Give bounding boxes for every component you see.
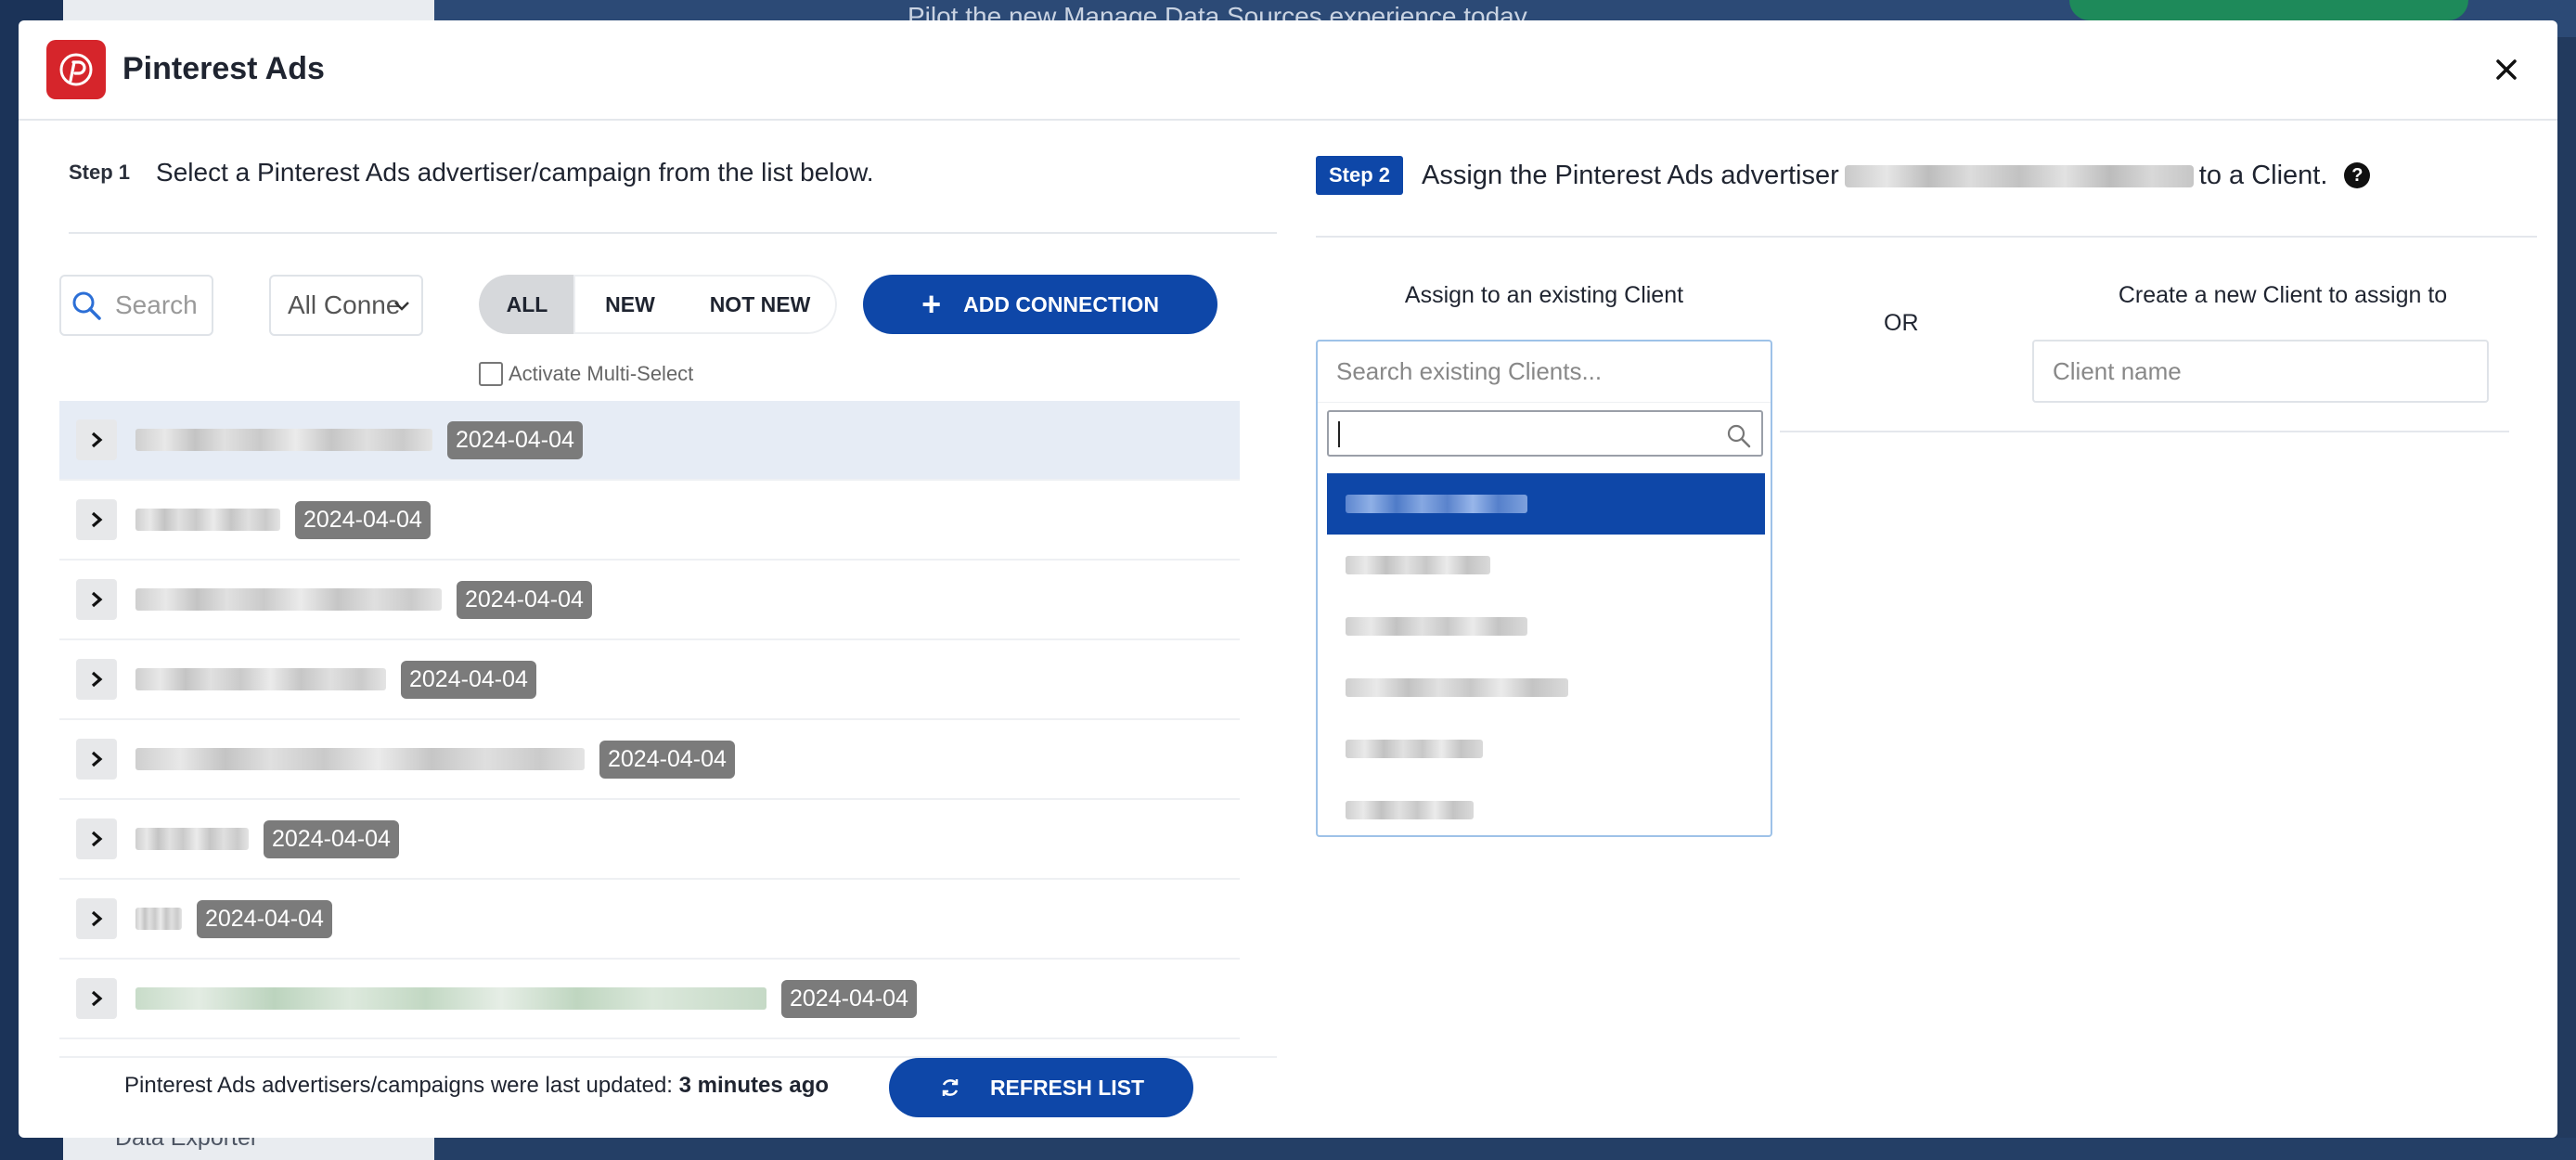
toggle-new[interactable]: NEW — [573, 275, 685, 334]
redacted-advertiser-name — [135, 509, 280, 531]
date-badge: 2024-04-04 — [264, 819, 399, 858]
connection-filter-value: All Conne — [288, 290, 401, 319]
redacted-advertiser-name — [135, 748, 585, 770]
step2-instruction: Assign the Pinterest Ads advertiser to a … — [1422, 161, 2327, 191]
create-client-label: Create a new Client to assign to — [2118, 282, 2448, 308]
date-badge: 2024-04-04 — [197, 899, 332, 938]
redacted-advertiser-name — [135, 987, 766, 1010]
divider — [1780, 431, 2509, 432]
redacted-client-name — [1346, 495, 1527, 513]
dropdown-search-input[interactable] — [1329, 413, 1761, 454]
add-connection-button[interactable]: + ADD CONNECTION — [863, 275, 1217, 334]
date-badge: 2024-04-04 — [447, 420, 583, 459]
banner-action-button — [2069, 0, 2468, 20]
multi-select-toggle[interactable]: Activate Multi-Select — [479, 362, 693, 386]
client-option[interactable] — [1327, 596, 1765, 657]
new-status-toggle: ALL NEW NOT NEW — [479, 275, 837, 334]
client-option[interactable] — [1327, 657, 1765, 718]
chevron-right-icon[interactable] — [76, 739, 117, 780]
step1-instruction: Select a Pinterest Ads advertiser/campai… — [156, 158, 874, 187]
redacted-advertiser-name — [135, 908, 182, 930]
list-item[interactable]: 2024-04-04 — [59, 800, 1240, 880]
help-icon[interactable]: ? — [2344, 162, 2371, 188]
close-icon[interactable] — [2483, 46, 2530, 93]
redacted-advertiser-name — [135, 588, 442, 611]
search-input[interactable] — [115, 290, 208, 320]
search-field[interactable] — [59, 275, 213, 336]
step2-text-before: Assign the Pinterest Ads advertiser — [1422, 160, 1839, 190]
divider — [69, 232, 1277, 234]
list-item[interactable]: 2024-04-04 — [59, 561, 1240, 640]
list-item[interactable]: 2024-04-04 — [59, 720, 1240, 800]
redacted-client-name — [1346, 678, 1568, 697]
date-badge: 2024-04-04 — [401, 660, 536, 699]
date-badge: 2024-04-04 — [781, 979, 917, 1018]
redacted-advertiser-name — [135, 668, 386, 690]
client-option[interactable] — [1327, 535, 1765, 596]
existing-client-select[interactable]: Search existing Clients... — [1318, 342, 1771, 403]
refresh-list-button[interactable]: REFRESH LIST — [889, 1058, 1193, 1117]
chevron-right-icon[interactable] — [76, 818, 117, 859]
redacted-advertiser-name — [1844, 164, 2194, 187]
date-badge: 2024-04-04 — [599, 740, 735, 779]
multi-select-checkbox[interactable] — [479, 362, 503, 386]
add-connection-label: ADD CONNECTION — [963, 291, 1159, 316]
divider — [1316, 236, 2537, 238]
redacted-client-name — [1346, 556, 1490, 574]
text-cursor — [1338, 421, 1340, 447]
pinterest-logo-icon — [46, 40, 106, 99]
redacted-advertiser-name — [135, 828, 249, 850]
advertiser-list: 2024-04-04 2024-04-04 2024-04-04 2024-04… — [59, 401, 1240, 1058]
chevron-right-icon[interactable] — [76, 659, 117, 700]
step2-header: Step 2 Assign the Pinterest Ads advertis… — [1316, 156, 2371, 195]
modal-header: Pinterest Ads — [19, 20, 2557, 121]
last-updated-prefix: Pinterest Ads advertisers/campaigns were… — [124, 1073, 673, 1098]
redacted-advertiser-name — [135, 429, 432, 451]
list-item[interactable]: 2024-04-04 — [59, 481, 1240, 561]
pinterest-ads-modal: Pinterest Ads Step 1 Select a Pinterest … — [19, 20, 2557, 1138]
refresh-list-label: REFRESH LIST — [989, 1075, 1145, 1100]
search-icon — [1727, 424, 1751, 448]
search-icon — [72, 291, 101, 320]
redacted-client-name — [1346, 617, 1527, 636]
toggle-not-new[interactable]: NOT NEW — [685, 275, 837, 334]
connection-filter-select[interactable]: All Conne — [269, 275, 423, 336]
refresh-icon — [942, 1079, 959, 1096]
redacted-client-name — [1346, 801, 1474, 819]
step1-badge: Step 1 — [69, 161, 131, 184]
assign-existing-label: Assign to an existing Client — [1404, 282, 1684, 308]
existing-client-dropdown[interactable]: Search existing Clients... — [1316, 340, 1772, 837]
step2-text-after: to a Client. — [2198, 160, 2328, 190]
chevron-right-icon[interactable] — [76, 499, 117, 540]
list-item[interactable]: 2024-04-04 — [59, 640, 1240, 720]
list-item[interactable]: 2024-04-04 — [59, 960, 1240, 1039]
client-name-input[interactable] — [2032, 340, 2489, 403]
chevron-right-icon[interactable] — [76, 579, 117, 620]
date-badge: 2024-04-04 — [457, 580, 592, 619]
client-option[interactable] — [1327, 473, 1765, 535]
chevron-right-icon[interactable] — [76, 419, 117, 460]
chevron-right-icon[interactable] — [76, 898, 117, 939]
chevron-down-icon — [394, 302, 409, 311]
client-options-list — [1327, 473, 1765, 841]
chevron-right-icon[interactable] — [76, 978, 117, 1019]
client-option[interactable] — [1327, 780, 1765, 841]
list-item[interactable]: 2024-04-04 — [59, 401, 1240, 481]
last-updated-value: 3 minutes ago — [678, 1073, 830, 1098]
client-option[interactable] — [1327, 718, 1765, 780]
app-footer-bar — [434, 1138, 2576, 1160]
list-item[interactable]: 2024-04-04 — [59, 880, 1240, 960]
modal-title: Pinterest Ads — [122, 51, 325, 86]
step2-badge: Step 2 — [1316, 156, 1404, 195]
redacted-client-name — [1346, 740, 1483, 758]
plus-icon: + — [921, 285, 942, 323]
toggle-all[interactable]: ALL — [479, 275, 573, 334]
date-badge: 2024-04-04 — [295, 500, 431, 539]
dropdown-search-field[interactable] — [1327, 410, 1763, 457]
step1-header: Step 1 Select a Pinterest Ads advertiser… — [69, 158, 874, 187]
or-label: OR — [1884, 310, 1919, 336]
multi-select-label: Activate Multi-Select — [509, 362, 694, 385]
last-updated-text: Pinterest Ads advertisers/campaigns were… — [124, 1073, 829, 1099]
